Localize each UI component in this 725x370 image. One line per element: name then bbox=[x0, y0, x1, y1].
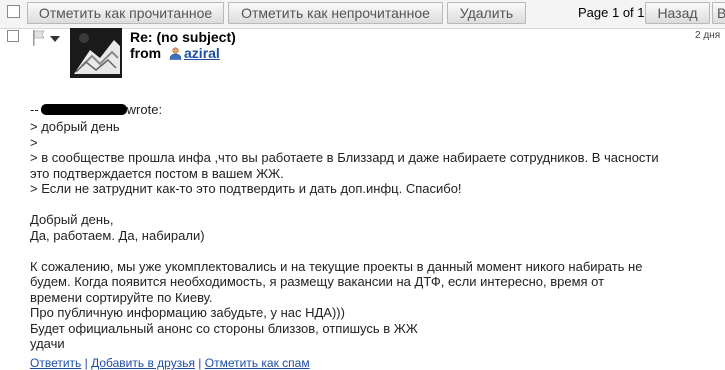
reply-link[interactable]: Ответить bbox=[30, 356, 81, 370]
body-line: будем. Когда появится необходимость, я р… bbox=[30, 274, 605, 289]
chevron-down-icon[interactable] bbox=[50, 36, 60, 42]
message-checkbox[interactable] bbox=[7, 30, 19, 42]
body-line: К сожалению, мы уже укомплектовались и н… bbox=[30, 258, 643, 274]
next-button[interactable]: В bbox=[712, 2, 725, 24]
footer-links: Ответить | Добавить в друзья | Отметить … bbox=[30, 356, 310, 370]
body-line: > в сообществе прошла инфа ,что вы работ… bbox=[30, 150, 659, 165]
body-line: Про публичную информацию забудьте, у нас… bbox=[30, 305, 345, 320]
body-line: > bbox=[30, 134, 38, 150]
from-label: from bbox=[130, 45, 162, 61]
body-line: удачи bbox=[30, 336, 65, 351]
page-info: Page 1 of 1 bbox=[578, 5, 645, 20]
message-date: 2 дня bbox=[695, 30, 721, 41]
mark-spam-link[interactable]: Отметить как спам bbox=[205, 356, 310, 370]
redacted-name bbox=[40, 104, 127, 115]
body-line: Добрый день, bbox=[30, 212, 114, 227]
back-button[interactable]: Назад bbox=[645, 2, 710, 24]
user-icon bbox=[169, 47, 182, 60]
body-line: времени сортируйте по Киеву. bbox=[30, 289, 213, 305]
delete-button[interactable]: Удалить bbox=[447, 2, 526, 24]
mark-read-button[interactable]: Отметить как прочитанное bbox=[27, 2, 224, 24]
username-link[interactable]: aziral bbox=[184, 45, 220, 61]
body-line: > Если не затруднит как-то это подтверди… bbox=[30, 181, 462, 196]
add-friend-link[interactable]: Добавить в друзья bbox=[91, 356, 195, 370]
body-line: > добрый день bbox=[30, 119, 120, 134]
avatar bbox=[70, 28, 122, 78]
message-subject[interactable]: Re: (no subject) bbox=[130, 29, 236, 45]
mark-unread-button[interactable]: Отметить как непрочитанное bbox=[228, 2, 443, 24]
body-line: это подтверждается постом в вашем ЖЖ. bbox=[30, 165, 284, 181]
select-all-checkbox[interactable] bbox=[7, 5, 20, 18]
flag-icon[interactable] bbox=[32, 30, 46, 46]
separator: | bbox=[81, 356, 92, 370]
body-line: Будет официальный анонс со стороны близз… bbox=[30, 320, 418, 336]
message-toolbar: Отметить как прочитанное Отметить как не… bbox=[0, 0, 725, 29]
quote-header: -- wrote: bbox=[30, 102, 163, 117]
from-line: from aziral bbox=[130, 45, 220, 61]
separator: | bbox=[194, 356, 205, 370]
body-line: Да, работаем. Да, набирали) bbox=[30, 227, 205, 243]
